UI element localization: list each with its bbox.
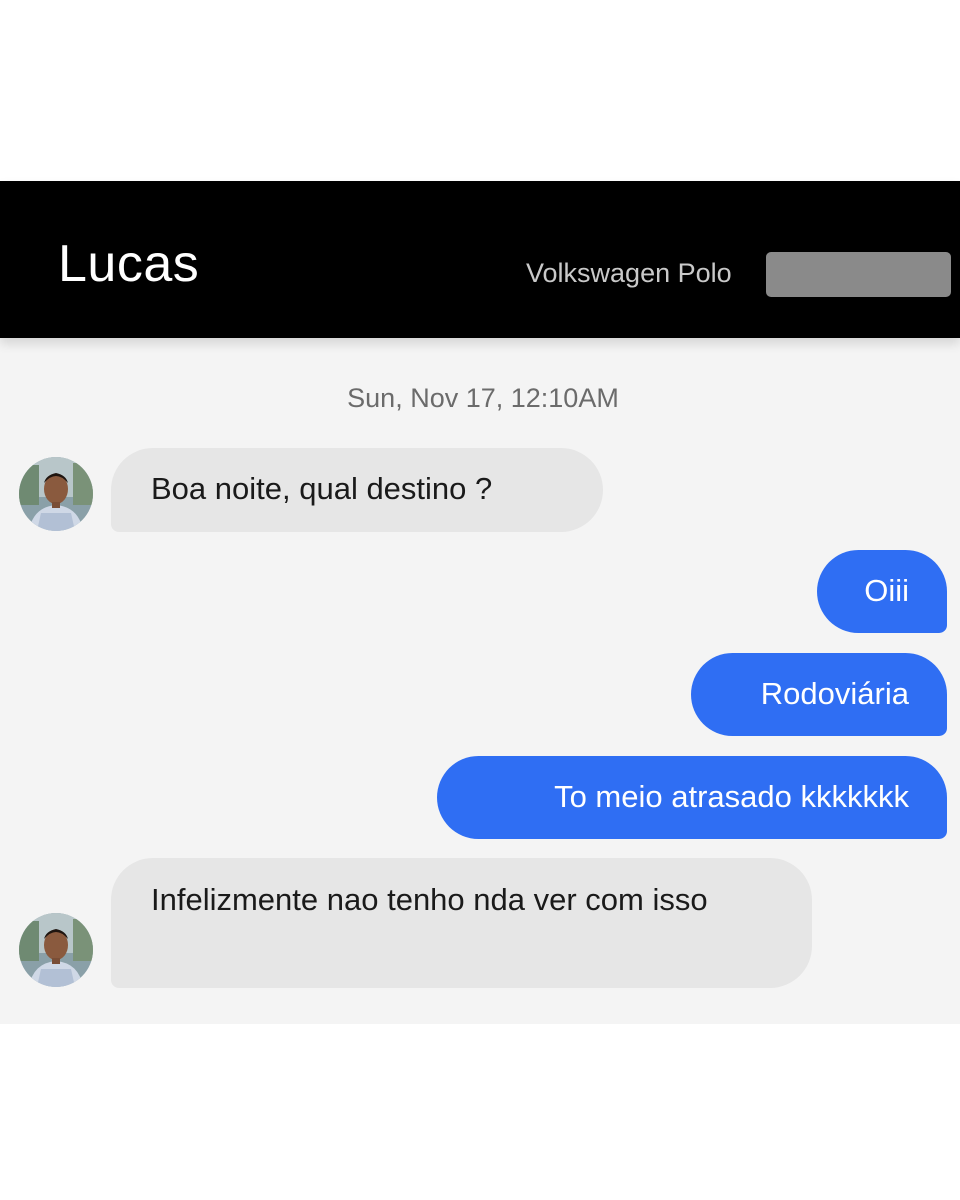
vehicle-model: Volkswagen Polo [526, 258, 732, 288]
driver-avatar[interactable] [19, 457, 93, 531]
chat-screen: Lucas Volkswagen Polo Sun, Nov 17, 12:10… [0, 0, 960, 1200]
redacted-license-plate [766, 252, 951, 297]
message-bubble-outgoing[interactable]: To meio atrasado kkkkkkk [437, 756, 947, 839]
message-bubble-incoming[interactable]: Infelizmente nao tenho nda ver com isso [111, 858, 812, 988]
message-text: To meio atrasado kkkkkkk [554, 779, 909, 814]
message-text: Oiii [864, 573, 909, 608]
message-text: Infelizmente nao tenho nda ver com isso [151, 882, 708, 917]
driver-name: Lucas [58, 235, 200, 293]
message-text: Boa noite, qual destino ? [151, 471, 493, 506]
message-bubble-outgoing[interactable]: Rodoviária [691, 653, 947, 736]
conversation-timestamp: Sun, Nov 17, 12:10AM [347, 383, 619, 413]
message-text: Rodoviária [760, 676, 909, 711]
message-bubble-outgoing[interactable]: Oiii [817, 550, 947, 633]
avatar-photo-icon [19, 457, 93, 531]
driver-avatar[interactable] [19, 913, 93, 987]
message-bubble-incoming[interactable]: Boa noite, qual destino ? [111, 448, 603, 532]
avatar-photo-icon [19, 913, 93, 987]
